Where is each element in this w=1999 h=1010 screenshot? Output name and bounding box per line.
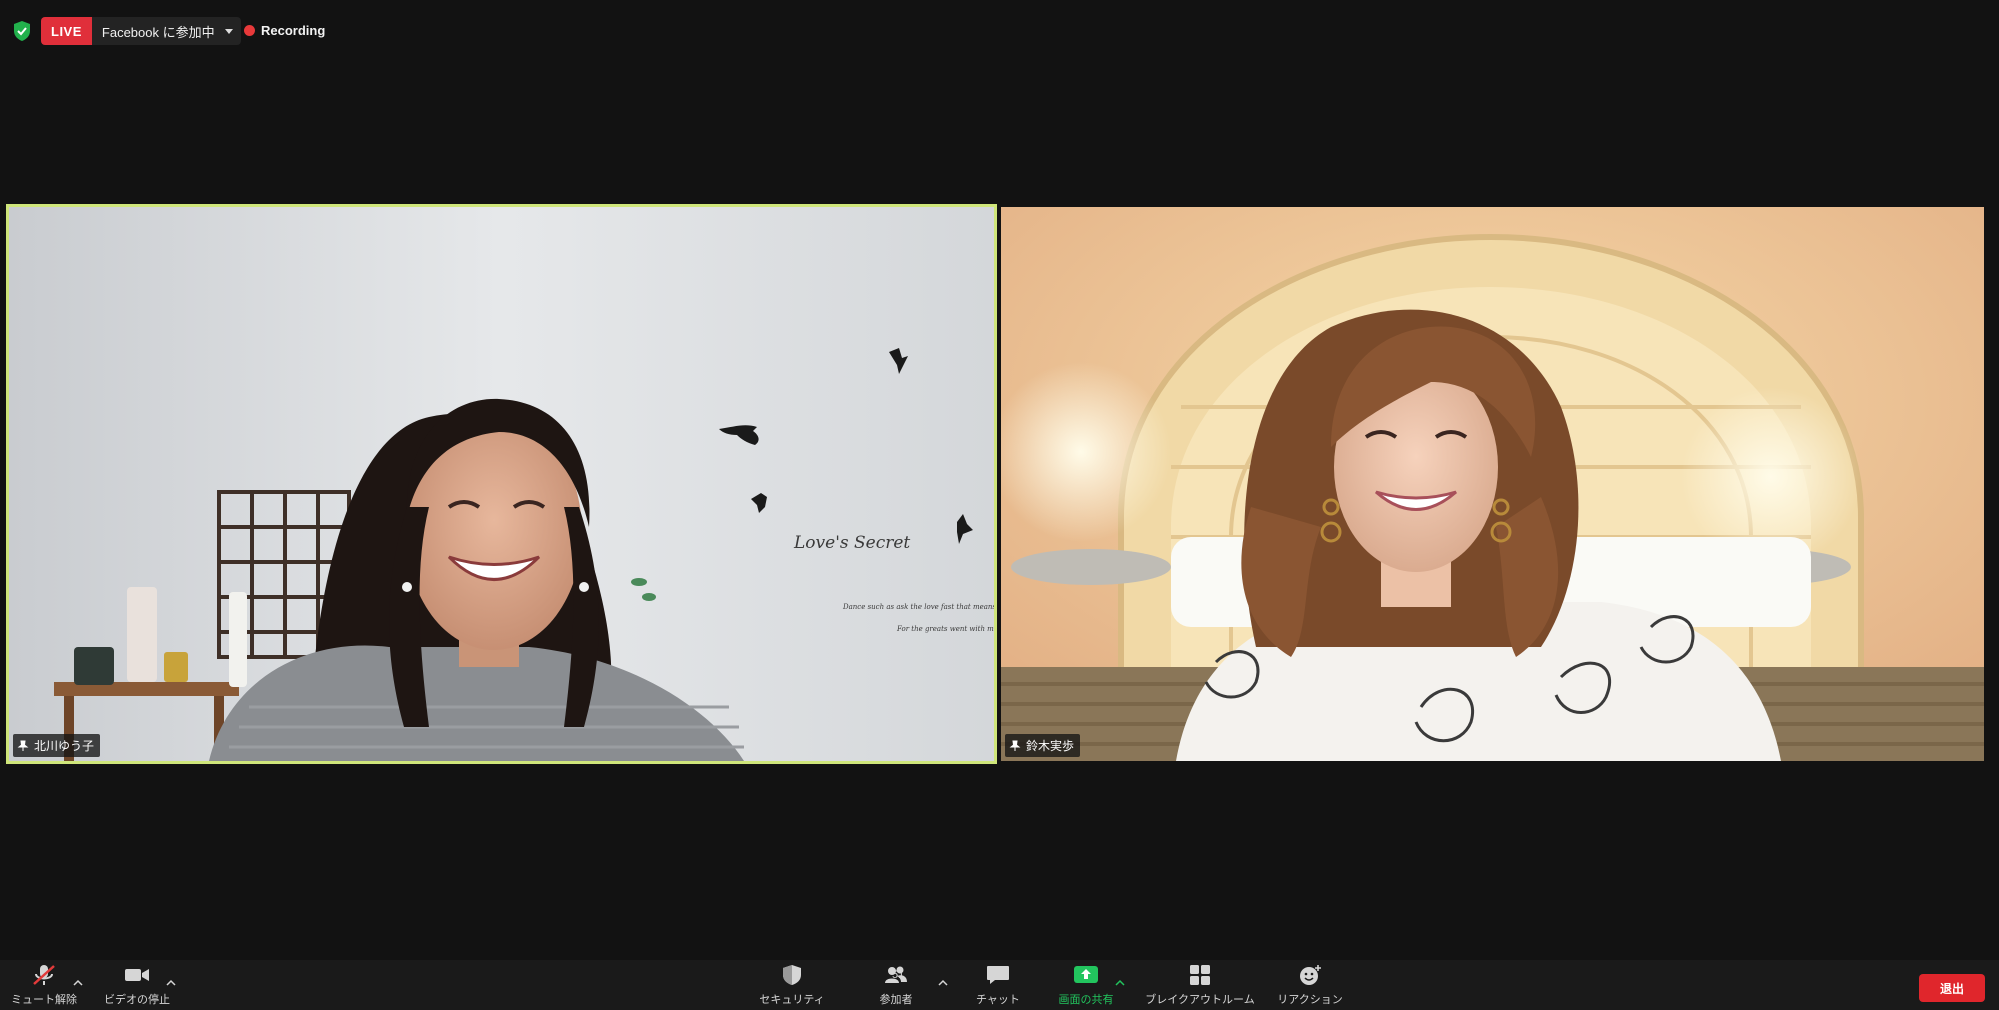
shield-check-icon[interactable]	[12, 20, 32, 42]
recording-indicator: Recording	[244, 23, 325, 38]
stop-video-label: ビデオの停止	[104, 994, 170, 1006]
chevron-down-icon	[224, 28, 233, 34]
reaction-emoji-icon	[1290, 960, 1330, 990]
breakout-rooms-label: ブレイクアウトルーム	[1145, 994, 1255, 1006]
unmute-button[interactable]: ミュート解除	[4, 960, 84, 1010]
recording-label: Recording	[261, 23, 326, 38]
wall-decal-line1: Dance such as ask the love fast that mea…	[843, 603, 997, 611]
participants-button[interactable]: 51 参加者	[856, 960, 936, 1010]
participant-name: 鈴木実歩	[1026, 739, 1075, 753]
stop-video-button[interactable]: ビデオの停止	[97, 960, 177, 1010]
security-label: セキュリティ	[759, 994, 825, 1006]
live-destination-label: Facebook に参加中	[101, 24, 215, 40]
breakout-rooms-button[interactable]: ブレイクアウトルーム	[1140, 960, 1260, 1010]
chat-label: チャット	[976, 994, 1020, 1006]
recording-dot-icon	[244, 25, 255, 36]
share-screen-button[interactable]: 画面の共有	[1046, 960, 1126, 1010]
chat-bubble-icon	[978, 960, 1018, 990]
live-destination-dropdown[interactable]: Facebook に参加中	[91, 17, 241, 45]
video-camera-icon	[117, 960, 157, 990]
unmute-label: ミュート解除	[11, 994, 77, 1006]
share-screen-icon	[1066, 960, 1106, 990]
security-button[interactable]: セキュリティ	[752, 960, 832, 1010]
wall-decal-title: Love's Secret	[794, 533, 911, 553]
video-tile-speaker[interactable]: Love's Secret Dance such as ask the love…	[6, 204, 997, 764]
participants-options-chevron-up-icon[interactable]	[938, 974, 948, 986]
video-tile-participant[interactable]: 鈴木実歩	[1001, 207, 1984, 761]
participant-video-feed	[1001, 207, 1984, 761]
pin-icon	[1009, 740, 1021, 751]
audio-options-chevron-up-icon[interactable]	[73, 974, 83, 986]
meeting-controls-toolbar: ミュート解除 ビデオの停止 セキュリティ 51 参加者 チャット 画面の共有 ブ…	[0, 960, 1999, 1010]
pin-icon	[17, 740, 29, 751]
participant-name: 北川ゆう子	[34, 739, 95, 753]
breakout-rooms-icon	[1180, 960, 1220, 990]
participant-video-feed	[9, 207, 994, 761]
reactions-label: リアクション	[1277, 994, 1343, 1006]
live-badge: LIVE	[41, 17, 92, 45]
leave-meeting-button[interactable]: 退出	[1919, 974, 1985, 1002]
share-options-chevron-up-icon[interactable]	[1115, 974, 1125, 986]
video-options-chevron-up-icon[interactable]	[166, 974, 176, 986]
chat-button[interactable]: チャット	[958, 960, 1038, 1010]
participants-count: 51	[892, 969, 905, 981]
participant-name-tag: 北川ゆう子	[13, 734, 101, 757]
security-shield-icon	[772, 960, 812, 990]
reactions-button[interactable]: リアクション	[1270, 960, 1350, 1010]
microphone-muted-icon	[24, 960, 64, 990]
participant-name-tag: 鈴木実歩	[1005, 734, 1081, 757]
meeting-top-bar: LIVE Facebook に参加中 Recording	[0, 0, 1999, 62]
participants-label: 参加者	[879, 994, 913, 1006]
share-screen-label: 画面の共有	[1058, 994, 1114, 1006]
wall-decal-line2: For the greats went with me	[897, 625, 997, 633]
live-stream-indicator[interactable]: LIVE Facebook に参加中	[41, 17, 241, 45]
